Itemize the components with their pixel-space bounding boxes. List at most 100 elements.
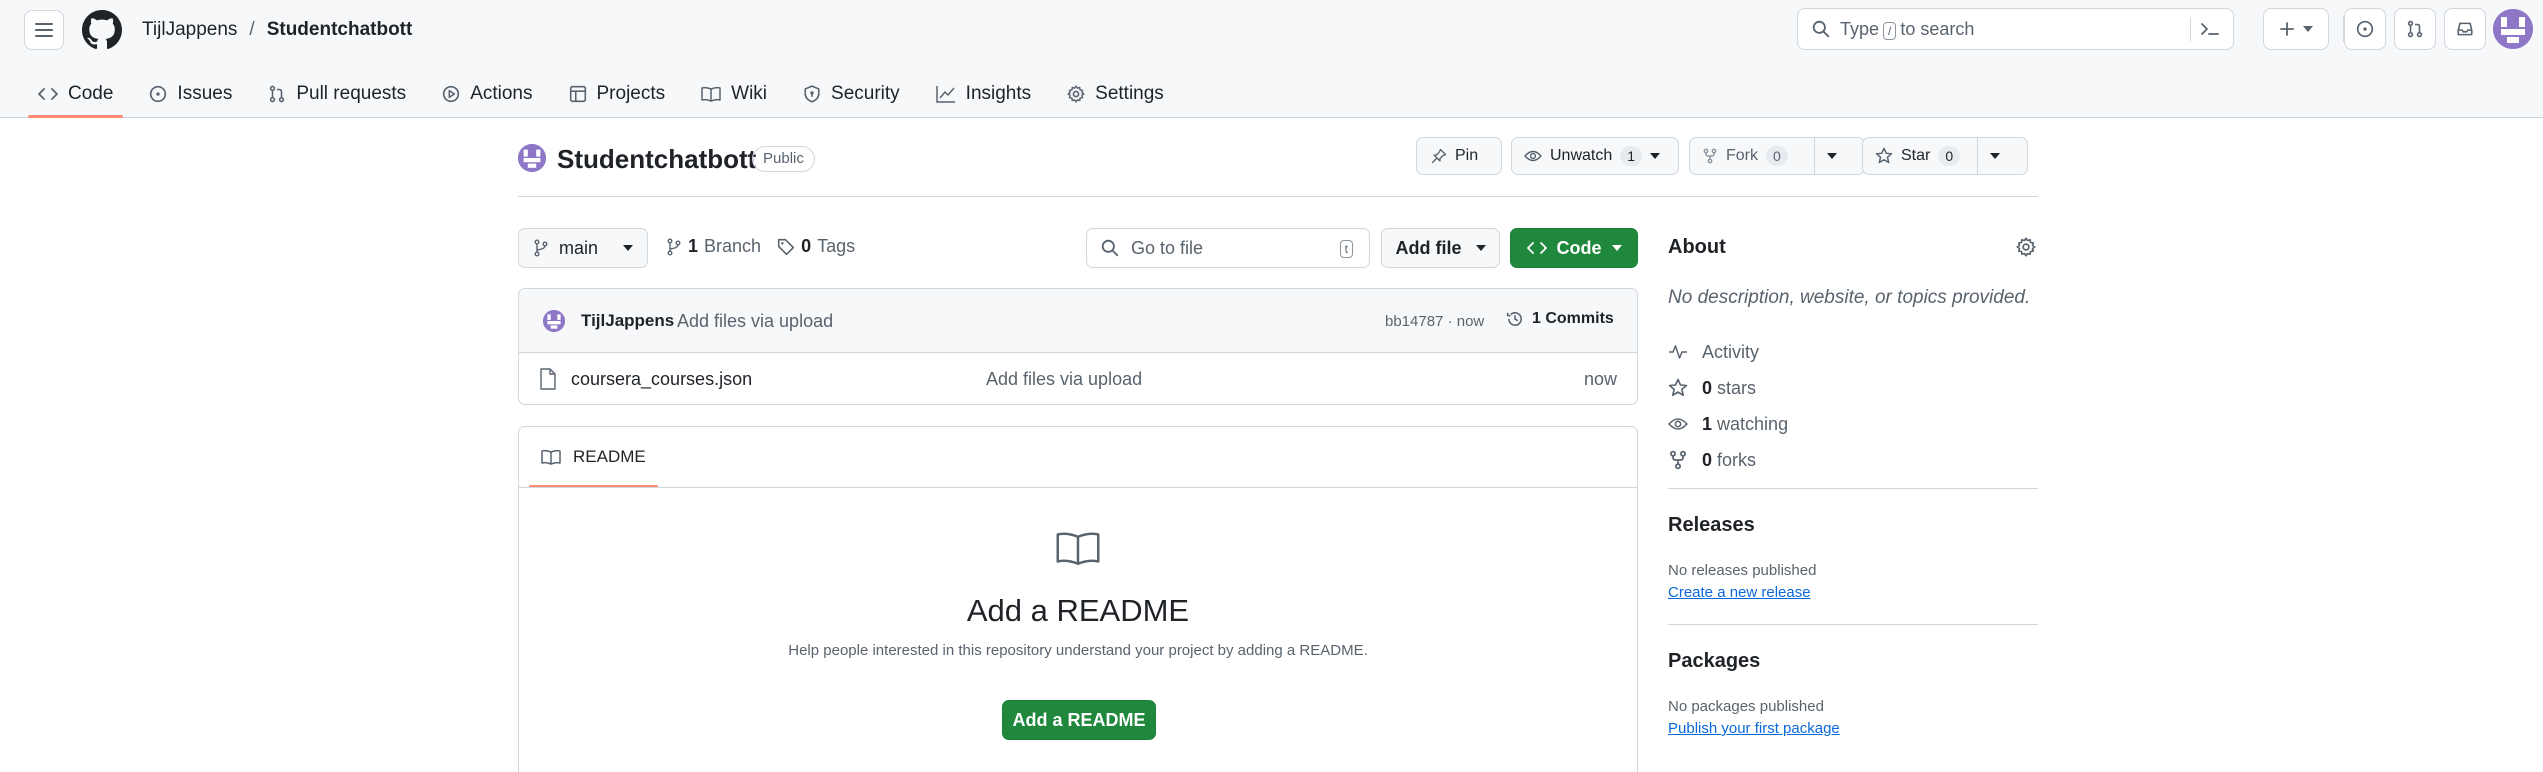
github-logo-icon[interactable] [82,10,122,50]
pull-requests-button[interactable] [2394,8,2436,50]
search-shortcut-key: / [1883,21,1897,40]
star-count: 0 [1938,146,1961,166]
sidebar-divider [1668,624,2038,625]
issue-icon [150,85,167,103]
commit-sha-time[interactable]: bb14787 · now [1385,313,1484,330]
commit-message[interactable]: Add files via upload [677,311,833,332]
breadcrumb-repo-link[interactable]: Studentchatbott [267,19,413,41]
packages-heading[interactable]: Packages [1668,650,1760,673]
code-dropdown-button[interactable]: Code [1510,228,1638,268]
add-file-button[interactable]: Add file [1381,228,1500,268]
watching-count: 1 [1702,413,1713,434]
fork-dropdown-button[interactable] [1814,138,1849,174]
star-dropdown-button[interactable] [1977,138,2012,174]
code-icon [38,88,58,100]
caret-down-icon [1611,245,1622,251]
tag-count-label: Tags [817,236,856,256]
app-header: TijlJappens / Studentchatbott Type / to se… [0,0,2543,118]
file-commit-message[interactable]: Add files via upload [986,369,1142,390]
pull-request-icon [2407,20,2423,38]
gear-icon[interactable] [2016,237,2036,257]
global-search-input[interactable]: Type / to search [1797,8,2234,50]
code-icon [1526,242,1547,254]
branch-selector[interactable]: main [518,228,648,268]
repo-nav: Code Issues Pull requests Actions Projec… [28,70,1190,118]
branch-name: main [559,237,599,258]
add-readme-button[interactable]: Add a README [1002,700,1156,740]
readme-panel: README Add a README Help people interest… [518,426,1638,772]
commit-author[interactable]: TijlJappens [581,311,674,331]
publish-package-link[interactable]: Publish your first package [1668,720,1840,737]
fork-count: 0 [1766,146,1788,166]
file-icon [540,368,556,390]
branch-icon [667,238,681,255]
breadcrumb-separator: / [249,19,255,40]
tab-security-label: Security [831,83,900,104]
tab-security[interactable]: Security [793,70,910,118]
activity-link[interactable]: Activity [1668,334,1788,370]
releases-empty-text: No releases published [1668,562,1817,579]
hamburger-menu-button[interactable] [24,10,64,50]
tab-settings-label: Settings [1095,83,1164,104]
caret-down-icon [623,245,633,251]
forks-count: 0 [1702,449,1713,470]
stars-link[interactable]: 0 stars [1668,370,1788,406]
pull-request-icon [270,85,285,103]
create-new-button[interactable] [2263,8,2329,50]
activity-label: Activity [1702,341,1760,362]
book-icon [701,86,721,102]
tab-code[interactable]: Code [28,70,124,118]
file-table: TijlJappens Add files via upload bb14787… [518,288,1638,405]
caret-down-icon [1650,153,1661,159]
inbox-button[interactable] [2444,8,2486,50]
tab-settings[interactable]: Settings [1057,70,1174,118]
search-icon [1812,20,1830,38]
watching-label: watching [1717,413,1789,434]
user-avatar[interactable] [2493,9,2533,49]
sidebar-divider [1668,488,2038,489]
watch-button[interactable]: Unwatch 1 [1511,137,1679,175]
watching-link[interactable]: 1 watching [1668,406,1788,442]
search-icon [1101,239,1119,257]
command-palette-icon[interactable] [2199,19,2221,39]
actions-icon [443,85,460,103]
fork-label: Fork [1726,147,1758,164]
tab-insights[interactable]: Insights [926,70,1041,118]
code-button-label: Code [1556,237,1602,258]
packages-empty-text: No packages published [1668,698,1824,715]
branches-link[interactable]: 1 Branch [666,236,761,257]
repo-owner-avatar[interactable] [518,144,546,172]
identicon-icon [518,144,546,172]
forks-link[interactable]: 0 forks [1668,442,1788,478]
table-row[interactable]: coursera_courses.json Add files via uplo… [519,353,1637,404]
file-name-link[interactable]: coursera_courses.json [571,369,752,390]
go-to-file-input[interactable]: Go to file t [1086,228,1370,268]
fork-icon [1669,450,1687,470]
tab-actions[interactable]: Actions [432,70,542,118]
tab-pull-requests[interactable]: Pull requests [258,70,416,118]
commit-author-avatar[interactable] [543,310,565,332]
issue-icon [2356,20,2374,38]
watch-label: Unwatch [1550,147,1613,164]
tab-issues[interactable]: Issues [139,70,242,118]
tab-issues-label: Issues [177,83,233,104]
watch-count: 1 [1620,146,1643,166]
tags-link[interactable]: 0 Tags [777,236,855,257]
commits-link[interactable]: 1 Commits [1506,310,1614,328]
fork-icon [1703,148,1717,164]
fork-button[interactable]: Fork 0 [1689,137,1865,175]
issues-button[interactable] [2344,8,2386,50]
tab-projects[interactable]: Projects [559,70,676,118]
readme-tab[interactable]: README [529,427,658,488]
create-release-link[interactable]: Create a new release [1668,584,1811,601]
history-icon [1506,312,1522,326]
tab-wiki[interactable]: Wiki [691,70,777,118]
gear-icon [1067,85,1085,103]
pin-button[interactable]: Pin [1416,137,1502,175]
breadcrumb-owner-link[interactable]: TijlJappens [142,19,237,41]
star-button[interactable]: Star 0 [1862,137,2028,175]
releases-heading[interactable]: Releases [1668,514,1755,537]
repo-title[interactable]: Studentchatbott [557,144,756,175]
readme-empty-subtitle: Help people interested in this repositor… [788,642,1368,659]
caret-down-icon [1475,245,1486,251]
